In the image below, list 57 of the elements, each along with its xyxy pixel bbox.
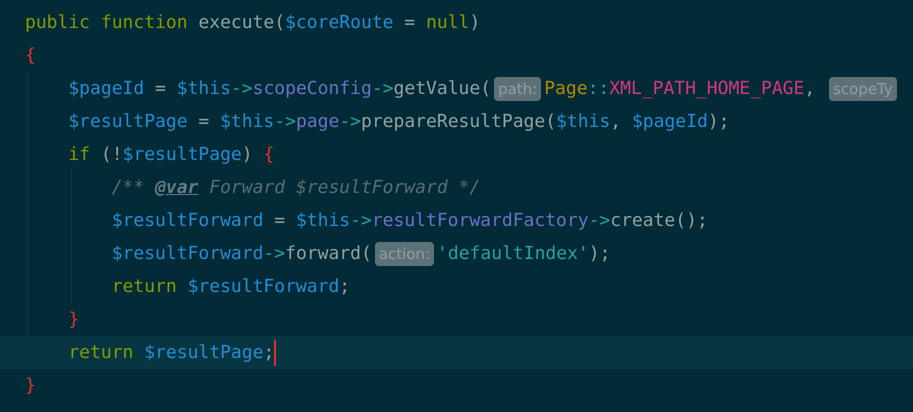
property: resultForwardFactory bbox=[372, 209, 589, 233]
code-text: ); bbox=[588, 242, 610, 266]
variable: $this bbox=[296, 209, 350, 233]
operator: -> bbox=[350, 209, 372, 233]
keyword: return bbox=[67, 341, 134, 365]
variable: $resultPage bbox=[67, 110, 188, 134]
variable: $resultForward bbox=[110, 209, 264, 233]
operator: -> bbox=[588, 209, 610, 233]
variable: $resultForward bbox=[188, 275, 340, 299]
constant: XML_PATH_HOME_PAGE bbox=[609, 77, 804, 101]
keyword: if bbox=[67, 143, 92, 167]
variable: $resultPage bbox=[144, 341, 264, 365]
code-text: create(); bbox=[610, 209, 708, 233]
code-text: ); bbox=[708, 110, 730, 134]
operator: -> bbox=[274, 110, 296, 134]
class-name: Page bbox=[544, 77, 588, 101]
code-text: ) bbox=[242, 143, 254, 167]
keyword: null bbox=[426, 11, 470, 35]
keyword: public function bbox=[25, 11, 189, 35]
code-text: ) bbox=[469, 11, 480, 35]
code-text: = bbox=[403, 11, 416, 35]
doc-tag: @var bbox=[155, 174, 198, 201]
variable: $this bbox=[556, 110, 610, 134]
code-text: execute( bbox=[198, 11, 286, 35]
code-text: , bbox=[804, 77, 816, 101]
brace: } bbox=[67, 308, 80, 332]
operator: -> bbox=[339, 110, 361, 134]
variable: $pageId bbox=[67, 77, 144, 101]
code-text: ; bbox=[263, 341, 274, 365]
variable: $resultPage bbox=[122, 143, 242, 167]
property: page bbox=[296, 110, 340, 134]
brace: } bbox=[25, 374, 36, 398]
keyword: return bbox=[110, 275, 178, 299]
code-text: = bbox=[154, 77, 167, 101]
brace: { bbox=[25, 44, 36, 68]
variable: $pageId bbox=[632, 110, 708, 134]
code-text: , bbox=[610, 110, 622, 134]
string-literal: 'defaultIndex' bbox=[437, 242, 589, 266]
comment: /** bbox=[110, 176, 146, 200]
code-text: = bbox=[273, 209, 286, 233]
code-text: = bbox=[197, 110, 210, 134]
operator: -> bbox=[372, 77, 394, 101]
code-text: prepareResultPage( bbox=[361, 110, 556, 134]
code-text: (! bbox=[100, 143, 123, 167]
variable: $coreRoute bbox=[285, 11, 394, 35]
brace: { bbox=[263, 143, 274, 167]
code-text: ; bbox=[339, 275, 350, 299]
code-text: getValue( bbox=[394, 77, 492, 101]
variable: $this bbox=[176, 77, 231, 101]
operator: -> bbox=[230, 77, 253, 101]
operator: -> bbox=[263, 242, 286, 266]
code-text: forward( bbox=[285, 242, 372, 266]
comment: Forward $resultForward */ bbox=[208, 176, 480, 200]
variable: $this bbox=[220, 110, 274, 134]
variable: $resultForward bbox=[110, 242, 264, 266]
operator: :: bbox=[588, 77, 610, 101]
property: scopeConfig bbox=[252, 77, 372, 101]
